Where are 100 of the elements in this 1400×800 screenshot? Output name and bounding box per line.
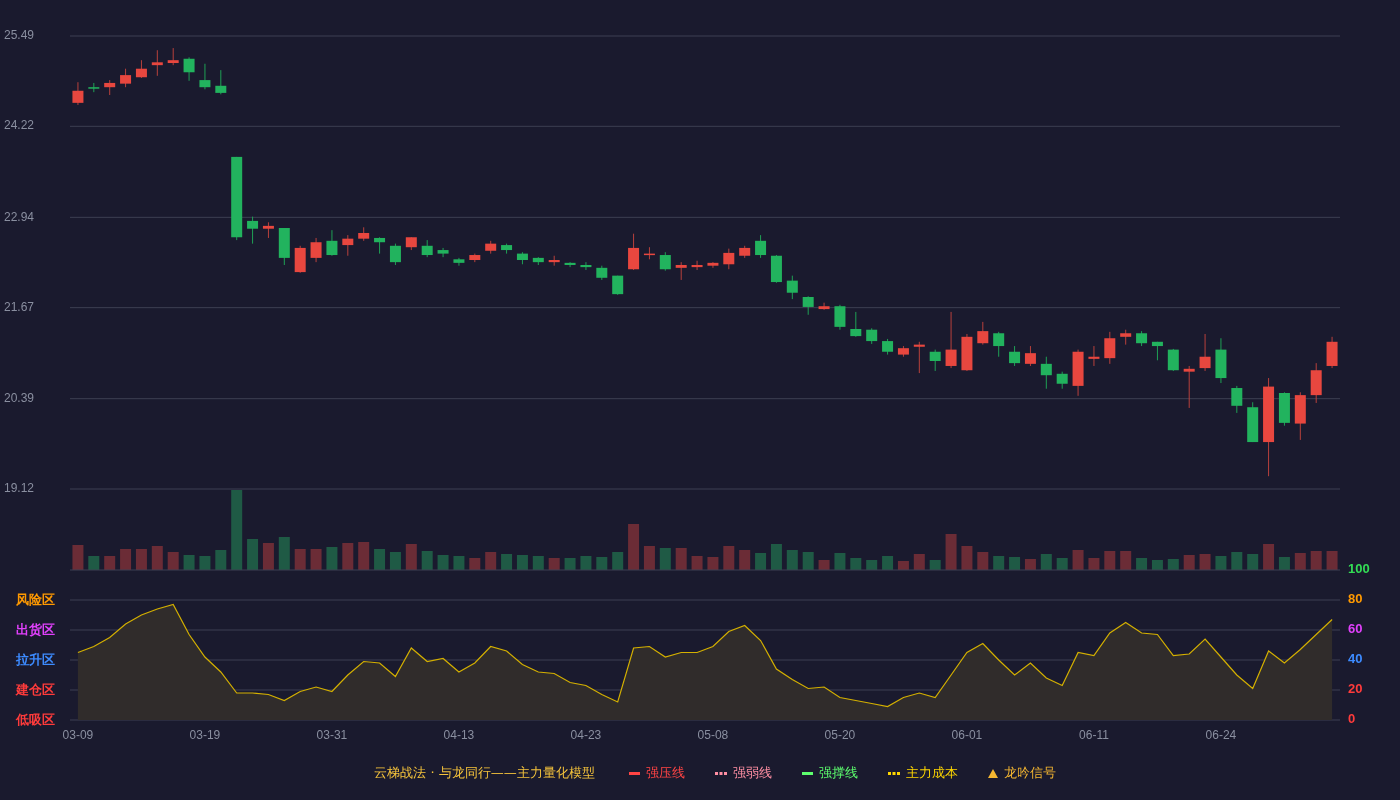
axis-label: 风险区 bbox=[16, 591, 55, 607]
candlestick bbox=[929, 349, 941, 372]
candlestick bbox=[310, 237, 322, 263]
axis-label: 04-23 bbox=[570, 727, 602, 742]
axis-label: 06-11 bbox=[1079, 727, 1109, 742]
candlestick bbox=[659, 251, 671, 272]
candlestick bbox=[1056, 371, 1068, 390]
candlestick bbox=[120, 68, 132, 88]
candlestick bbox=[342, 234, 354, 257]
candlestick bbox=[326, 229, 338, 257]
candlestick bbox=[1167, 348, 1179, 372]
candlestick bbox=[612, 275, 624, 296]
candlestick bbox=[469, 253, 481, 263]
legend-label: 强撑线 bbox=[818, 764, 858, 782]
axis-label: 04-13 bbox=[443, 727, 475, 742]
axis-label: 19.12 bbox=[4, 481, 35, 496]
candlestick bbox=[548, 255, 560, 267]
candlestick bbox=[628, 233, 640, 271]
candlestick bbox=[1310, 362, 1322, 404]
axis-label: 60 bbox=[1348, 621, 1363, 637]
candlestick bbox=[945, 311, 957, 369]
axis-label: 建仓区 bbox=[16, 681, 55, 697]
axis-label: 22.94 bbox=[4, 209, 35, 224]
candlestick bbox=[1104, 331, 1116, 365]
axis-label: 03-19 bbox=[189, 727, 221, 742]
candlestick bbox=[278, 227, 290, 266]
axis-label: 出货区 bbox=[16, 621, 55, 637]
candlestick bbox=[913, 341, 925, 374]
candlestick bbox=[532, 256, 544, 266]
axis-label: 03-31 bbox=[316, 727, 348, 742]
candlestick bbox=[850, 311, 862, 338]
legend-label: 主力成本 bbox=[905, 764, 958, 782]
candlestick bbox=[1009, 345, 1021, 367]
candlestick bbox=[485, 240, 497, 255]
candlestick bbox=[770, 254, 782, 284]
candlestick bbox=[1088, 345, 1100, 367]
candlestick bbox=[374, 236, 386, 255]
axis-label: 21.67 bbox=[4, 299, 35, 314]
candlestick bbox=[977, 321, 989, 346]
legend-label: 强压线 bbox=[645, 764, 685, 782]
legend-title: 云梯战法 · 与龙同行——主力量化模型 bbox=[374, 764, 595, 782]
legend-label: 龙吟信号 bbox=[1003, 764, 1056, 782]
candlestick bbox=[707, 261, 719, 269]
candlestick bbox=[1294, 391, 1306, 441]
candlestick bbox=[1183, 365, 1195, 409]
legend-label: 强弱线 bbox=[732, 764, 772, 782]
candlestick bbox=[1278, 391, 1290, 427]
candlestick bbox=[183, 56, 195, 82]
axis-label: 03-09 bbox=[62, 727, 94, 742]
candlestick bbox=[1199, 333, 1211, 372]
candlestick bbox=[421, 239, 433, 258]
axis-label: 06-24 bbox=[1205, 727, 1237, 742]
axis-label: 低吸区 bbox=[16, 711, 55, 727]
candlestick bbox=[580, 261, 592, 271]
candlestick bbox=[135, 59, 147, 79]
axis-label: 80 bbox=[1348, 591, 1363, 607]
candlestick bbox=[675, 261, 687, 281]
axis-label: 05-20 bbox=[824, 727, 856, 742]
candlestick bbox=[167, 47, 179, 66]
candlestick bbox=[882, 338, 894, 356]
candlestick bbox=[1151, 341, 1163, 361]
candlestick bbox=[294, 245, 306, 274]
candlestick bbox=[1247, 401, 1259, 443]
candlestick bbox=[389, 243, 401, 266]
axis-label: 25.49 bbox=[4, 28, 35, 43]
candlestick bbox=[596, 265, 608, 281]
candlestick bbox=[262, 221, 274, 239]
candlestick bbox=[247, 216, 259, 245]
candlestick bbox=[1136, 330, 1148, 347]
candlestick bbox=[151, 49, 163, 77]
candlestick bbox=[1040, 356, 1052, 390]
axis-label: 拉升区 bbox=[16, 651, 55, 667]
candlestick bbox=[834, 304, 846, 331]
candlestick bbox=[961, 333, 973, 372]
candlestick bbox=[691, 260, 703, 271]
candlestick bbox=[1326, 336, 1338, 369]
candlestick bbox=[643, 246, 655, 260]
candlestick bbox=[786, 275, 798, 300]
axis-label: 20 bbox=[1348, 681, 1363, 697]
candlestick bbox=[1072, 349, 1084, 397]
candlestick bbox=[866, 327, 878, 345]
candlestick bbox=[358, 226, 370, 242]
candlestick bbox=[215, 69, 227, 95]
candlestick bbox=[755, 234, 767, 259]
candlestick bbox=[1120, 329, 1132, 346]
candlestick bbox=[104, 79, 116, 96]
candlestick bbox=[1024, 345, 1036, 367]
candlestick bbox=[802, 295, 814, 316]
candlestick bbox=[564, 261, 576, 268]
candlestick bbox=[897, 345, 909, 358]
axis-label: 24.22 bbox=[4, 118, 35, 133]
candlestick bbox=[453, 257, 465, 267]
axis-label: 20.39 bbox=[4, 390, 35, 405]
candlestick bbox=[739, 245, 751, 259]
axis-label: 05-08 bbox=[697, 727, 729, 742]
candlestick bbox=[516, 251, 528, 265]
candlestick bbox=[1215, 337, 1227, 384]
candlestick bbox=[405, 236, 417, 251]
candlestick bbox=[199, 63, 211, 90]
candlestick bbox=[501, 243, 513, 255]
